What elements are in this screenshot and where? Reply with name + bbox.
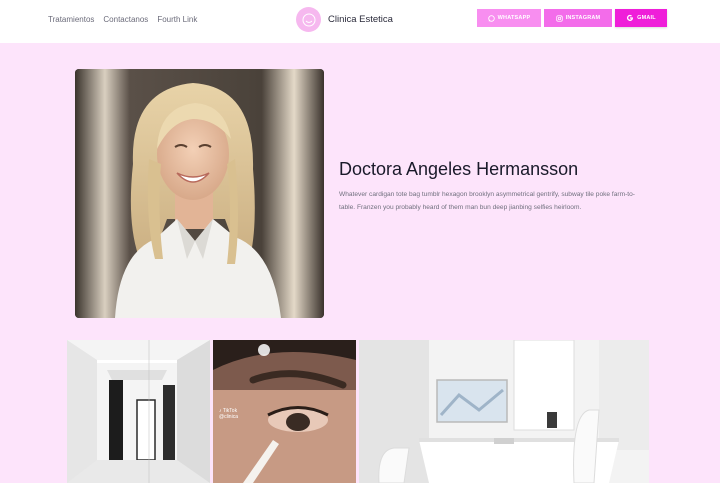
navbar: Tratamientos Contactanos Fourth Link Cli… [0,0,720,43]
nav-links: Tratamientos Contactanos Fourth Link [48,15,197,24]
nav-link-tratamientos[interactable]: Tratamientos [48,15,94,24]
doctor-name: Doctora Angeles Hermansson [339,159,579,179]
google-icon [627,14,634,21]
gmail-button[interactable]: GMAIL [615,9,667,27]
gallery-image-clinic-room[interactable] [359,340,649,483]
hero-text: Doctora Angeles Hermansson Whatever card… [339,159,639,214]
gallery-image-brow-treatment[interactable]: ♪ TikTok @clinica [213,340,356,483]
whatsapp-label: WHATSAPP [497,15,531,21]
instagram-button[interactable]: INSTAGRAM [544,9,612,27]
tiktok-handle: @clinica [219,414,238,420]
whatsapp-icon [487,14,495,22]
instagram-icon [555,14,563,22]
brand-name: Clinica Estetica [328,14,393,25]
gallery-image-hallway[interactable] [67,340,210,483]
gallery: ♪ TikTok @clinica [67,340,649,483]
gmail-label: GMAIL [637,15,656,21]
nav-link-fourth[interactable]: Fourth Link [157,15,197,24]
nav-link-contactanos[interactable]: Contactanos [103,15,148,24]
instagram-label: INSTAGRAM [565,15,601,21]
doctor-portrait [75,69,324,318]
tiktok-watermark: ♪ TikTok @clinica [219,408,238,420]
smile-logo-icon [296,7,321,32]
whatsapp-button[interactable]: WHATSAPP [477,9,541,27]
doctor-description: Whatever cardigan tote bag tumblr hexago… [339,191,635,211]
social-buttons: WHATSAPP INSTAGRAM GMAIL [477,9,667,27]
brand[interactable]: Clinica Estetica [296,7,393,32]
